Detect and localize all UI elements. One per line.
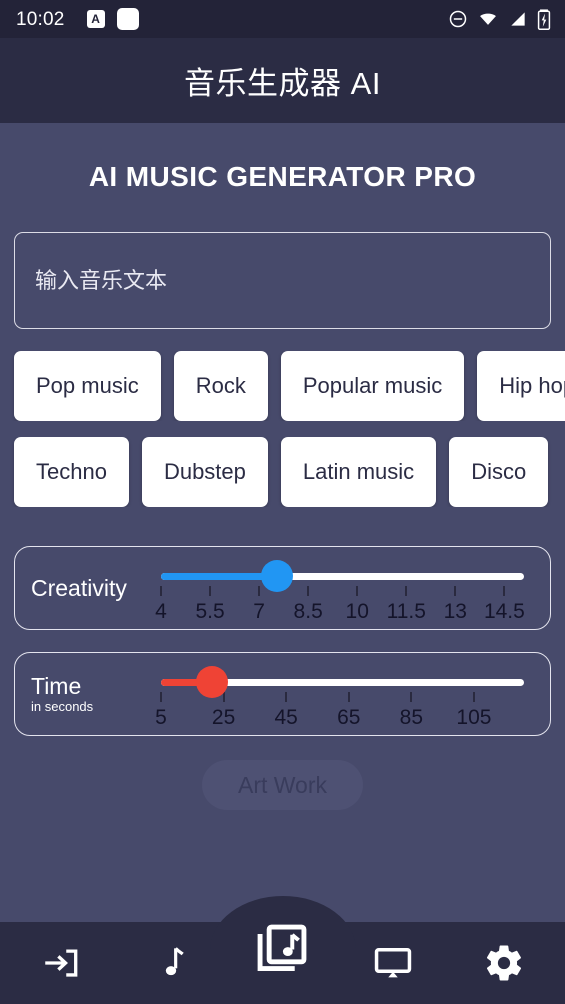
tick-label: 85 (399, 706, 424, 729)
status-bar-clock: 10:02 (16, 8, 65, 30)
genre-chip[interactable]: Rock (173, 351, 268, 421)
art-work-button[interactable]: Art Work (201, 760, 364, 810)
tick-label: 5 (155, 706, 167, 729)
tick-label: 105 (456, 706, 492, 729)
genre-chip[interactable]: Dubstep (141, 437, 268, 507)
tick-label: 65 (337, 706, 361, 729)
desktop-monitor-icon (372, 942, 414, 984)
tick-mark (356, 586, 359, 596)
time-slider-sublabel: in seconds (31, 698, 94, 714)
creativity-slider-fill (161, 573, 278, 580)
tick-label: 25 (211, 706, 236, 729)
wifi-icon (477, 9, 499, 29)
genre-chip[interactable]: Hip hop (477, 351, 565, 421)
music-note-icon (152, 943, 192, 983)
time-slider-tick-labels: 5 25 45 65 85 105 (151, 704, 550, 732)
nav-item-library[interactable] (227, 922, 338, 1004)
white-square-icon (116, 8, 139, 30)
creativity-slider-card: Creativity 4 5.5 7 8.5 10 11.5 13 14.5 (14, 546, 551, 630)
tick-mark (503, 586, 506, 596)
artwork-button-wrap: Art Work (0, 760, 565, 810)
time-slider-card: Time in seconds 5 25 45 65 85 105 (14, 652, 551, 736)
status-bar-system-icons (448, 8, 551, 30)
tick-mark (285, 692, 288, 702)
status-bar: 10:02 A (0, 0, 565, 38)
creativity-slider-tick-labels: 4 5.5 7 8.5 10 11.5 13 14.5 (151, 598, 550, 626)
genre-chip[interactable]: Popular music (280, 351, 465, 421)
music-text-input[interactable] (14, 232, 551, 329)
tick-label: 5.5 (195, 600, 225, 623)
creativity-slider-label-group: Creativity (15, 576, 151, 600)
tick-mark (160, 586, 162, 596)
login-icon (40, 942, 82, 984)
nav-item-music[interactable] (117, 922, 228, 1004)
genre-chip[interactable]: Techno (14, 437, 129, 507)
tick-mark (347, 692, 350, 702)
tick-label: 14.5 (483, 600, 525, 623)
bottom-nav-items (0, 922, 565, 1004)
time-slider-label: Time (31, 672, 82, 699)
tick-mark (472, 692, 475, 702)
creativity-slider-thumb[interactable] (261, 560, 294, 592)
tick-mark (410, 692, 413, 702)
a-badge-icon: A (86, 10, 105, 28)
nav-item-settings[interactable] (448, 922, 559, 1004)
time-slider-track-area[interactable]: 5 25 45 65 85 105 (151, 652, 550, 736)
page-title: AI MUSIC GENERATOR PRO (88, 161, 477, 192)
creativity-slider-track-area[interactable]: 4 5.5 7 8.5 10 11.5 13 14.5 (151, 546, 550, 630)
main-content: AI MUSIC GENERATOR PRO Pop music Rock Po… (0, 123, 565, 1004)
tick-label: 11.5 (386, 600, 426, 623)
bottom-navigation-bar (0, 896, 565, 1004)
tick-mark (258, 586, 261, 596)
nav-item-login[interactable] (6, 922, 117, 1004)
battery-charging-icon (537, 8, 551, 30)
tick-label: 4 (155, 600, 167, 623)
tick-mark (405, 586, 408, 596)
genre-chip[interactable]: Disco (449, 437, 549, 507)
creativity-slider-ticks (151, 586, 550, 596)
tick-mark (160, 692, 162, 702)
library-music-icon (254, 924, 310, 991)
app-screen: 10:02 A 音乐生成器 AI AI MUSIC GENERATOR PRO … (0, 0, 565, 1004)
cellular-signal-icon (508, 9, 528, 29)
tick-mark (307, 586, 310, 596)
genre-chip-row-2[interactable]: Techno Dubstep Latin music Disco (0, 437, 565, 507)
tick-label: 10 (345, 600, 369, 623)
genre-chip[interactable]: Latin music (280, 437, 437, 507)
app-bar: 音乐生成器 AI (0, 38, 565, 123)
nav-item-display[interactable] (338, 922, 449, 1004)
creativity-slider-label: Creativity (31, 574, 127, 601)
tick-label: 7 (253, 600, 265, 623)
do-not-disturb-icon (448, 9, 468, 29)
tick-label: 8.5 (293, 600, 323, 623)
tick-mark (209, 586, 212, 596)
time-slider-thumb[interactable] (195, 666, 228, 698)
tick-label: 45 (274, 706, 298, 729)
time-slider-label-group: Time in seconds (15, 672, 151, 715)
genre-chip[interactable]: Pop music (14, 351, 161, 421)
status-bar-notification-icons: A (86, 8, 139, 30)
tick-label: 13 (443, 600, 467, 623)
tick-mark (454, 586, 457, 596)
app-bar-title: 音乐生成器 AI (184, 66, 381, 101)
gear-icon (483, 942, 525, 984)
genre-chip-row-1[interactable]: Pop music Rock Popular music Hip hop (0, 351, 565, 421)
